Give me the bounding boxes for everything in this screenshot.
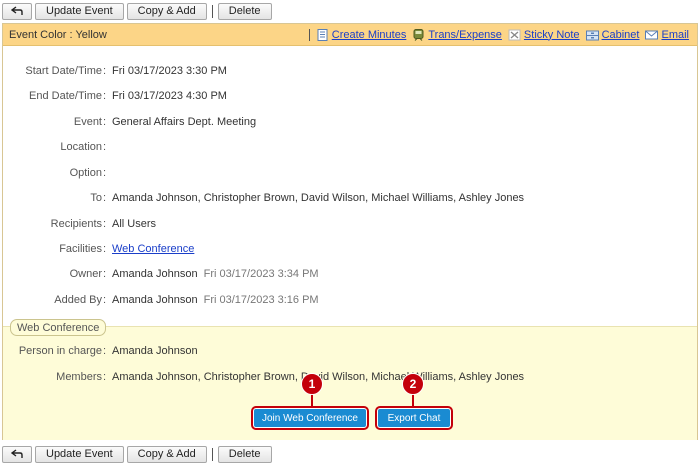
train-icon <box>413 28 424 41</box>
added-by-timestamp: Fri 03/17/2023 3:16 PM <box>203 294 319 306</box>
cabinet-link[interactable]: Cabinet <box>585 28 640 41</box>
email-label: Email <box>661 28 689 41</box>
sticky-note-label: Sticky Note <box>523 28 580 41</box>
copy-add-button[interactable]: Copy & Add <box>126 2 207 20</box>
create-minutes-label: Create Minutes <box>331 28 407 41</box>
owner-timestamp: Fri 03/17/2023 3:34 PM <box>203 268 319 280</box>
end-datetime-row: End Date/Time: Fri 03/17/2023 4:30 PM <box>3 88 697 104</box>
event-value: General Affairs Dept. Meeting <box>112 116 257 128</box>
start-datetime-label: Start Date/Time <box>25 65 102 77</box>
export-chat-button[interactable]: Export Chat <box>375 406 453 430</box>
back-button-bottom[interactable] <box>2 445 32 463</box>
to-row: To: Amanda Johnson, Christopher Brown, D… <box>3 190 697 206</box>
sticky-note-link[interactable]: Sticky Note <box>508 29 580 41</box>
web-conference-title: Web Conference <box>10 319 107 336</box>
location-row: Location: <box>3 139 697 155</box>
owner-label: Owner <box>69 268 102 280</box>
event-row: Event: General Affairs Dept. Meeting <box>3 114 697 130</box>
trans-expense-label: Trans/Expense <box>428 28 502 41</box>
top-toolbar: Update Event Copy & Add Delete <box>0 0 700 22</box>
back-arrow-icon <box>11 6 23 15</box>
end-datetime-label: End Date/Time <box>29 90 102 102</box>
event-color-bar: Event Color : Yellow Create Minutes Tran… <box>3 24 697 46</box>
web-conference-section: Web Conference Person in charge: Amanda … <box>3 319 697 440</box>
back-arrow-icon <box>11 449 23 458</box>
person-in-charge-value: Amanda Johnson <box>112 345 198 357</box>
email-icon <box>645 30 659 39</box>
facilities-label: Facilities <box>59 243 102 255</box>
facilities-row: Facilities: Web Conference <box>3 241 697 257</box>
recipients-value: All Users <box>112 218 157 230</box>
person-in-charge-label: Person in charge <box>18 345 102 357</box>
event-action-links: Create Minutes Trans/Expense Sticky Note… <box>308 28 691 41</box>
members-row: Members: Amanda Johnson, Christopher Bro… <box>3 369 697 385</box>
to-label: To <box>90 192 102 204</box>
end-datetime-value: Fri 03/17/2023 4:30 PM <box>112 90 227 102</box>
cabinet-label: Cabinet <box>601 28 640 41</box>
toolbar-separator <box>211 4 213 18</box>
update-event-button[interactable]: Update Event <box>35 2 124 20</box>
option-row: Option: <box>3 165 697 181</box>
recipients-label: Recipients <box>50 218 102 230</box>
person-in-charge-row: Person in charge: Amanda Johnson <box>3 343 697 359</box>
start-datetime-row: Start Date/Time: Fri 03/17/2023 3:30 PM <box>3 63 697 79</box>
event-color-label: Event Color : Yellow <box>9 28 107 41</box>
toolbar-separator <box>211 447 213 461</box>
annotation-marker-1: 1 <box>301 373 323 395</box>
delete-button[interactable]: Delete <box>217 2 272 20</box>
added-by-label: Added By <box>54 294 102 306</box>
back-button[interactable] <box>2 2 32 20</box>
added-by-value: Amanda Johnson <box>112 294 198 306</box>
event-label: Event <box>73 116 102 128</box>
start-datetime-value: Fri 03/17/2023 3:30 PM <box>112 65 227 77</box>
trans-expense-link[interactable]: Trans/Expense <box>412 28 502 41</box>
email-link[interactable]: Email <box>645 29 689 41</box>
create-minutes-link[interactable]: Create Minutes <box>316 28 407 41</box>
annotation-marker-2: 2 <box>402 373 424 395</box>
option-label: Option <box>69 167 102 179</box>
sticky-note-icon <box>508 29 521 40</box>
owner-row: Owner: Amanda Johnson Fri 03/17/2023 3:3… <box>3 266 697 282</box>
bottom-toolbar: Update Event Copy & Add Delete <box>0 443 700 465</box>
added-by-row: Added By: Amanda Johnson Fri 03/17/2023 … <box>3 292 697 308</box>
links-separator <box>308 28 310 41</box>
update-event-button-bottom[interactable]: Update Event <box>35 445 124 463</box>
join-web-conference-button[interactable]: Join Web Conference <box>251 406 369 430</box>
facility-web-conference-link[interactable]: Web Conference <box>112 243 194 255</box>
delete-button-bottom[interactable]: Delete <box>217 445 272 463</box>
to-value: Amanda Johnson, Christopher Brown, David… <box>112 192 525 204</box>
recipients-row: Recipients: All Users <box>3 216 697 232</box>
location-label: Location <box>60 141 102 153</box>
document-icon <box>317 28 328 41</box>
event-panel: Event Color : Yellow Create Minutes Tran… <box>2 23 698 440</box>
copy-add-button-bottom[interactable]: Copy & Add <box>126 445 207 463</box>
members-label: Members <box>56 371 102 383</box>
owner-value: Amanda Johnson <box>112 268 198 280</box>
cabinet-icon <box>585 30 599 40</box>
